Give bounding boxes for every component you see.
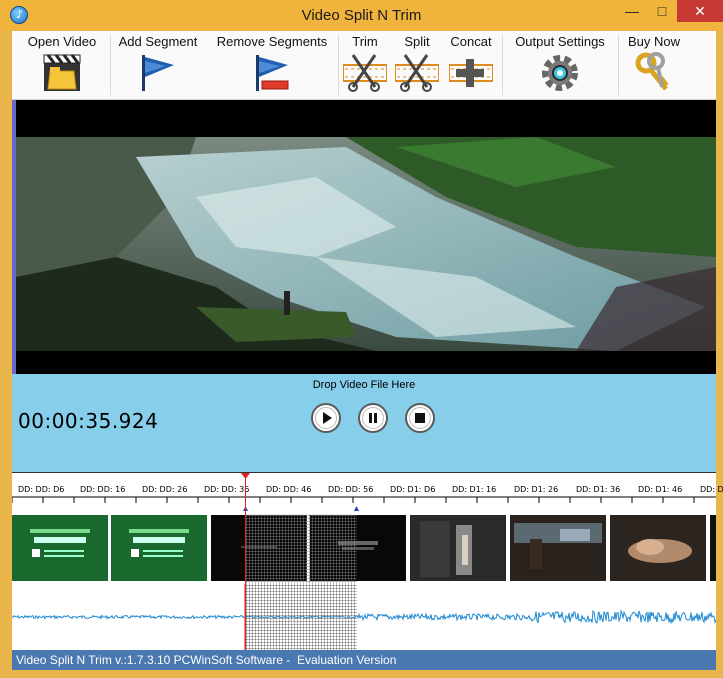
tick-label: DD: D1: 46 [638, 485, 683, 494]
split-label: Split [404, 34, 430, 49]
toolbar-separator [618, 35, 619, 95]
tick-label: DD: D1: 16 [452, 485, 497, 494]
toolbar-separator [110, 35, 111, 95]
playback-panel: Drop Video File Here 00:00:35.924 [12, 374, 716, 472]
flag-remove-icon [256, 55, 289, 91]
tick-label: DD: DD: 26 [142, 485, 188, 494]
buy-now-button[interactable]: Buy Now [620, 31, 688, 99]
thumbnail-strip[interactable] [12, 514, 716, 584]
film-plus-icon [449, 59, 493, 87]
playhead-line[interactable] [245, 474, 246, 650]
selected-segment-overlay[interactable] [245, 514, 357, 584]
buy-now-label: Buy Now [627, 34, 681, 49]
thumbnail-frame [710, 515, 716, 581]
split-button[interactable]: Split [392, 31, 442, 99]
thumbnail-frame [410, 515, 506, 581]
title-bar[interactable]: ♪ Video Split N Trim — □ ✕ [0, 0, 723, 30]
add-segment-button[interactable]: Add Segment [112, 31, 204, 99]
keys-icon [635, 52, 669, 91]
add-segment-label: Add Segment [118, 34, 198, 49]
toolbar-separator [338, 35, 339, 95]
tick-label: DD: D1: 36 [576, 485, 621, 494]
thumbnail-frame [610, 515, 706, 581]
video-preview[interactable] [12, 100, 716, 374]
play-icon [323, 412, 332, 424]
stop-icon [415, 413, 425, 423]
toolbar-separator [502, 35, 503, 95]
play-button[interactable] [311, 403, 341, 433]
pause-button[interactable] [358, 403, 388, 433]
status-text: Video Split N Trim v.:1.7.3.10 PCWinSoft… [16, 653, 397, 667]
concat-label: Concat [450, 34, 492, 49]
minimize-button[interactable]: — [616, 0, 648, 22]
trim-button[interactable]: Trim [340, 31, 390, 99]
open-video-label: Open Video [27, 34, 97, 49]
toolbar: Open Video Add Segment Remove Segments T… [12, 31, 716, 100]
scissors-split-icon [395, 54, 439, 92]
time-display: 00:00:35.924 [18, 409, 159, 433]
scissors-trim-icon [343, 54, 387, 92]
window-title: Video Split N Trim [301, 7, 422, 24]
open-video-button[interactable]: Open Video [16, 31, 108, 99]
tick-label: DD: DD: 36 [204, 485, 250, 494]
timeline-ruler[interactable]: DD: DD: D6 DD: DD: 16 DD: DD: 26 DD: DD: 36… [12, 472, 723, 515]
audio-waveform[interactable] [11, 474, 717, 650]
concat-button[interactable]: Concat [444, 31, 498, 99]
flag-icon [142, 55, 174, 91]
maximize-button[interactable]: □ [646, 0, 678, 22]
tick-label: DD: D1: 56 [700, 485, 723, 494]
tick-label: DD: DD: 16 [80, 485, 126, 494]
clapperboard-folder-icon [43, 54, 81, 91]
close-button[interactable]: ✕ [677, 0, 723, 22]
selected-segment-overlay[interactable] [245, 584, 357, 650]
thumbnail-frame [111, 515, 207, 581]
output-settings-button[interactable]: Output Settings [504, 31, 616, 99]
stop-button[interactable] [405, 403, 435, 433]
waveform-graph [11, 584, 717, 650]
trim-label: Trim [352, 34, 378, 49]
drop-hint: Drop Video File Here [312, 379, 416, 391]
video-frame-waterfall [16, 137, 716, 351]
tick-label: DD: D1: 26 [514, 485, 559, 494]
tick-label: DD: DD: 56 [328, 485, 374, 494]
gear-icon [542, 55, 578, 91]
pause-icon [369, 413, 377, 423]
thumbnail-frame [510, 515, 606, 581]
output-settings-label: Output Settings [515, 34, 605, 49]
remove-segments-label: Remove Segments [216, 34, 328, 49]
thumbnail-frame [12, 515, 108, 581]
tick-label: DD: D1: D6 [390, 485, 436, 494]
app-window: ♪ Video Split N Trim — □ ✕ Open Video Ad… [0, 0, 723, 678]
remove-segments-button[interactable]: Remove Segments [206, 31, 338, 99]
tick-label: DD: DD: D6 [18, 485, 65, 494]
status-bar: Video Split N Trim v.:1.7.3.10 PCWinSoft… [12, 650, 716, 670]
ruler-ticks [12, 473, 716, 511]
tick-label: DD: DD: 46 [266, 485, 312, 494]
